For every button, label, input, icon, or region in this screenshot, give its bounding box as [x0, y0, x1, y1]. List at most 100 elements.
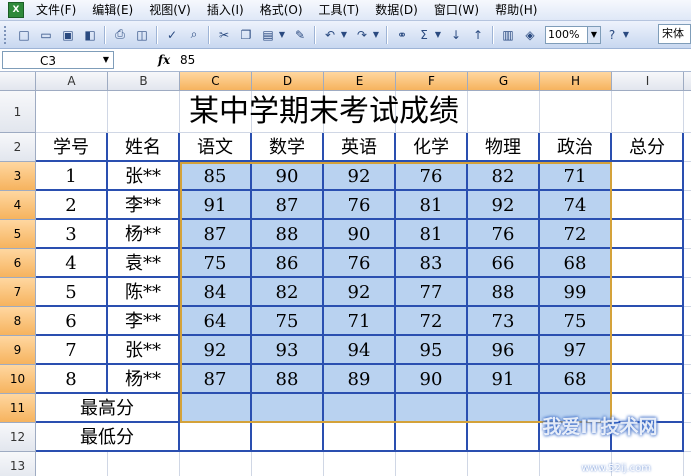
cut-icon[interactable]: ✂: [215, 26, 233, 44]
spelling-icon[interactable]: ✓: [163, 26, 181, 44]
sheet-cell[interactable]: 76: [468, 220, 540, 249]
sheet-cell[interactable]: 89: [324, 365, 396, 394]
sheet-cell[interactable]: 76: [396, 162, 468, 191]
sheet-cell[interactable]: 76: [324, 249, 396, 278]
open-folder-icon[interactable]: ▭: [37, 26, 55, 44]
sheet-cell[interactable]: 87: [252, 191, 324, 220]
row-header[interactable]: 1: [0, 91, 36, 133]
sheet-cell[interactable]: 94: [324, 336, 396, 365]
row-header[interactable]: 8: [0, 307, 36, 336]
sheet-cell[interactable]: 87: [180, 220, 252, 249]
sheet-cell[interactable]: [324, 394, 396, 423]
sheet-cell[interactable]: 90: [252, 162, 324, 191]
column-header[interactable]: E: [324, 72, 396, 91]
sheet-cell[interactable]: 4: [36, 249, 108, 278]
sheet-cell[interactable]: [684, 336, 691, 365]
sheet-cell[interactable]: [684, 162, 691, 191]
sheet-cell[interactable]: 92: [180, 336, 252, 365]
redo-icon[interactable]: ↷: [353, 26, 371, 44]
sheet-cell[interactable]: 李**: [108, 307, 180, 336]
sheet-cell[interactable]: [324, 452, 396, 476]
excel-app-icon[interactable]: X: [8, 2, 24, 18]
sort-descending-icon[interactable]: ↑: [469, 26, 487, 44]
sheet-cell[interactable]: 2: [36, 191, 108, 220]
column-header[interactable]: G: [468, 72, 540, 91]
sheet-cell[interactable]: 66: [468, 249, 540, 278]
sheet-cell[interactable]: 81: [396, 191, 468, 220]
sheet-cell[interactable]: 学号: [36, 133, 108, 162]
sheet-cell[interactable]: 71: [324, 307, 396, 336]
chart-wizard-icon[interactable]: ▥: [499, 26, 517, 44]
sheet-cell[interactable]: 物理: [468, 133, 540, 162]
sheet-cell[interactable]: 7: [36, 336, 108, 365]
sheet-cell[interactable]: [612, 307, 684, 336]
new-file-icon[interactable]: □: [15, 26, 33, 44]
sheet-cell[interactable]: 杨**: [108, 220, 180, 249]
sheet-cell[interactable]: [684, 307, 691, 336]
sheet-cell[interactable]: 语文: [180, 133, 252, 162]
insert-function-icon[interactable]: fx: [114, 53, 174, 67]
sheet-cell[interactable]: 87: [180, 365, 252, 394]
menu-edit[interactable]: 编辑(E): [84, 0, 141, 20]
sheet-cell[interactable]: [396, 423, 468, 452]
column-header[interactable]: C: [180, 72, 252, 91]
sheet-cell[interactable]: 81: [396, 220, 468, 249]
sheet-cell[interactable]: [684, 91, 691, 133]
sheet-cell[interactable]: 75: [252, 307, 324, 336]
sheet-cell[interactable]: [180, 452, 252, 476]
select-all-corner[interactable]: [0, 72, 36, 91]
row-header[interactable]: 9: [0, 336, 36, 365]
sheet-cell[interactable]: 91: [468, 365, 540, 394]
sheet-cell[interactable]: 75: [180, 249, 252, 278]
zoom-dropdown-icon[interactable]: ▼: [587, 26, 600, 43]
sheet-cell[interactable]: [180, 423, 252, 452]
print-icon[interactable]: ⎙: [111, 26, 129, 44]
sheet-cell[interactable]: [612, 452, 684, 476]
toolbar-grip[interactable]: [4, 25, 9, 44]
redo-dropdown-icon[interactable]: ▼: [371, 26, 381, 44]
sheet-cell[interactable]: [612, 365, 684, 394]
save-icon[interactable]: ▣: [59, 26, 77, 44]
copy-icon[interactable]: ❐: [237, 26, 255, 44]
menu-data[interactable]: 数据(D): [367, 0, 426, 20]
sheet-cell[interactable]: [324, 423, 396, 452]
menu-insert[interactable]: 插入(I): [199, 0, 252, 20]
sheet-cell[interactable]: [540, 423, 612, 452]
column-header[interactable]: I: [612, 72, 684, 91]
column-header[interactable]: D: [252, 72, 324, 91]
sheet-cell[interactable]: 88: [252, 220, 324, 249]
sheet-cell[interactable]: [540, 394, 612, 423]
sheet-cell[interactable]: [252, 423, 324, 452]
menu-window[interactable]: 窗口(W): [426, 0, 487, 20]
sheet-cell[interactable]: 68: [540, 365, 612, 394]
sheet-cell[interactable]: 8: [36, 365, 108, 394]
sheet-cell[interactable]: [468, 452, 540, 476]
name-box[interactable]: C3 ▼: [2, 51, 114, 69]
format-painter-icon[interactable]: ✎: [291, 26, 309, 44]
sheet-cell[interactable]: 99: [540, 278, 612, 307]
worksheet-grid[interactable]: A B C D E F G H I 1 2 3 4 5 6 7 8 9 10 11 12 13 学号 姓名 语文 数学 英语 化学 物理…: [0, 72, 691, 476]
sheet-cell[interactable]: 96: [468, 336, 540, 365]
sheet-cell[interactable]: [396, 452, 468, 476]
max-score-label[interactable]: 最高分: [36, 394, 180, 423]
sheet-cell[interactable]: [684, 191, 691, 220]
permission-icon[interactable]: ◧: [81, 26, 99, 44]
sheet-cell[interactable]: 93: [252, 336, 324, 365]
sheet-cell[interactable]: 政治: [540, 133, 612, 162]
sheet-cell[interactable]: [612, 336, 684, 365]
sheet-cell[interactable]: 68: [540, 249, 612, 278]
sheet-cell[interactable]: 64: [180, 307, 252, 336]
sheet-cell[interactable]: 95: [396, 336, 468, 365]
row-header[interactable]: 10: [0, 365, 36, 394]
sheet-title[interactable]: 某中学期末考试成绩: [36, 91, 612, 133]
sheet-cell[interactable]: 92: [324, 278, 396, 307]
row-header[interactable]: 11: [0, 394, 36, 423]
sheet-cell[interactable]: [684, 220, 691, 249]
sheet-cell[interactable]: 英语: [324, 133, 396, 162]
sheet-cell[interactable]: 86: [252, 249, 324, 278]
undo-icon[interactable]: ↶: [321, 26, 339, 44]
sheet-cell[interactable]: [684, 365, 691, 394]
sheet-cell[interactable]: 总分: [612, 133, 684, 162]
sheet-cell[interactable]: [252, 452, 324, 476]
sheet-cell[interactable]: 82: [252, 278, 324, 307]
